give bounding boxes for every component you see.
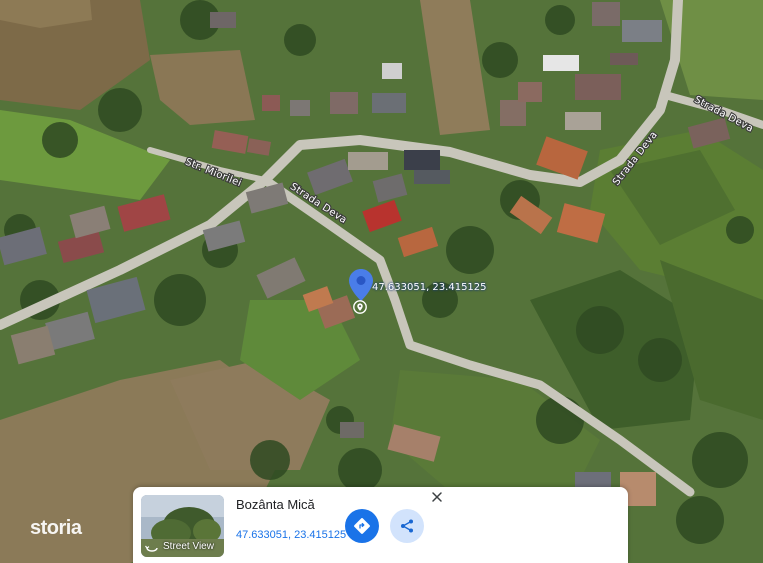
place-info-card: Street View Bozânta Mică 47.633051, 23.4… (133, 487, 628, 563)
place-name: Bozânta Mică (236, 497, 315, 512)
place-marker-icon (353, 300, 367, 314)
directions-button[interactable] (345, 509, 379, 543)
street-view-label: Street View (145, 541, 214, 552)
storia-watermark: storia (30, 517, 82, 539)
share-button[interactable] (390, 509, 424, 543)
place-coordinates-link[interactable]: 47.633051, 23.415125 (236, 529, 346, 541)
street-view-thumbnail[interactable]: Street View (141, 495, 224, 557)
share-icon (401, 519, 413, 533)
location-pin-icon[interactable] (349, 269, 373, 301)
pin-coordinates-label: 47.633051, 23.415125 (372, 282, 487, 293)
street-view-text: Street View (163, 541, 214, 552)
street-view-icon (145, 545, 158, 552)
close-icon[interactable] (430, 490, 444, 504)
directions-icon (354, 518, 370, 534)
